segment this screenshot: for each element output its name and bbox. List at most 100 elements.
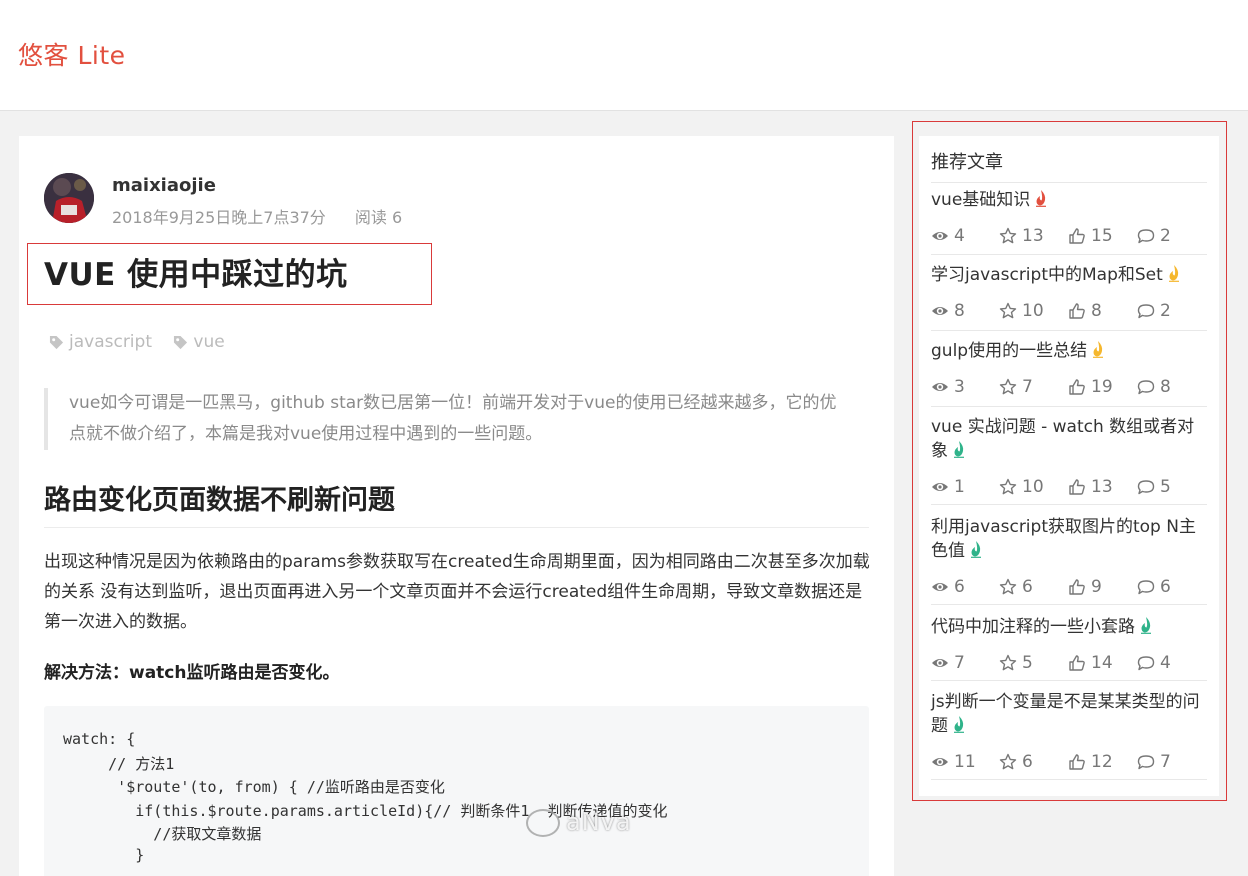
- like-count-group: 13: [1068, 477, 1113, 497]
- recommended-article-title: 代码中加注释的一些小套路: [931, 617, 1135, 637]
- view-icon: [932, 758, 948, 766]
- comment-icon: [1137, 656, 1155, 671]
- tag-vue[interactable]: vue: [173, 332, 225, 352]
- comment-count-group: 6: [1137, 577, 1171, 597]
- comment-icon: [1137, 304, 1155, 319]
- recommended-article-link[interactable]: vue 实战问题 - watch 数组或者对象: [931, 415, 1207, 463]
- view-count-group: 6: [931, 577, 965, 597]
- comment-count-group: 8: [1137, 377, 1171, 397]
- tag-list: javascript vue: [49, 332, 241, 355]
- view-count-group: 4: [931, 226, 965, 246]
- comment-count: 8: [1160, 377, 1171, 397]
- article-card: maixiaojie 2018年9月25日晚上7点37分 阅读 6 VUE 使用…: [19, 136, 894, 876]
- star-count: 6: [1022, 577, 1033, 597]
- view-count-group: 1: [931, 477, 965, 497]
- view-icon: [932, 383, 948, 391]
- recommended-article-item[interactable]: gulp使用的一些总结 3 7 19 8: [931, 339, 1207, 407]
- comment-icon: [1137, 229, 1155, 244]
- comment-count: 4: [1160, 653, 1171, 673]
- view-count: 6: [954, 577, 965, 597]
- view-count-group: 3: [931, 377, 965, 397]
- tag-label: vue: [193, 332, 225, 352]
- star-count-group: 5: [999, 653, 1033, 673]
- star-count-group: 7: [999, 377, 1033, 397]
- view-count: 3: [954, 377, 965, 397]
- watermark-text: aNva: [566, 808, 632, 836]
- recommended-article-link[interactable]: js判断一个变量是不是某某类型的问题: [931, 690, 1207, 738]
- comment-count: 2: [1160, 226, 1171, 246]
- code-line: '$route'(to, from) { //监听路由是否变化: [63, 778, 445, 796]
- like-count: 14: [1091, 653, 1113, 673]
- comment-count-group: 7: [1137, 752, 1171, 772]
- recommended-article-item[interactable]: vue 实战问题 - watch 数组或者对象 1 10 13 5: [931, 415, 1207, 505]
- recommended-article-link[interactable]: 代码中加注释的一些小套路: [931, 615, 1207, 639]
- weibo-logo-icon: [526, 809, 560, 837]
- star-count: 7: [1022, 377, 1033, 397]
- like-count-group: 19: [1068, 377, 1113, 397]
- star-count: 13: [1022, 226, 1044, 246]
- star-count: 6: [1022, 752, 1033, 772]
- sidebar-title: 推荐文章: [931, 148, 1207, 183]
- like-count: 8: [1091, 301, 1102, 321]
- comment-icon: [1137, 755, 1155, 770]
- view-icon: [932, 483, 948, 491]
- recommended-article-item[interactable]: 代码中加注释的一些小套路 7 5 14 4: [931, 615, 1207, 681]
- recommended-article-item[interactable]: 利用javascript获取图片的top N主色值 6 6 9 6: [931, 515, 1207, 605]
- weibo-watermark: aNva: [526, 808, 632, 837]
- comment-count-group: 2: [1137, 301, 1171, 321]
- code-block: watch: { // 方法1 '$route'(to, from) { //监…: [44, 706, 869, 876]
- star-count-group: 6: [999, 577, 1033, 597]
- view-count-group: 7: [931, 653, 965, 673]
- like-icon: [1069, 479, 1085, 495]
- recommended-article-item[interactable]: 学习javascript中的Map和Set 8 10 8 2: [931, 263, 1207, 331]
- code-line: watch: {: [63, 730, 136, 748]
- code-line: // 方法1: [63, 755, 175, 773]
- section-heading: 路由变化页面数据不刷新问题: [44, 478, 869, 528]
- comment-count-group: 4: [1137, 653, 1171, 673]
- star-count-group: 10: [999, 477, 1044, 497]
- like-icon: [1069, 655, 1085, 671]
- author-avatar[interactable]: [44, 173, 94, 223]
- recommended-sidebar: 推荐文章 vue基础知识 4 13 1 5 2 学习javascript中的Map和Set 8…: [919, 136, 1219, 796]
- recommended-article-link[interactable]: 利用javascript获取图片的top N主色值: [931, 515, 1207, 563]
- author-name[interactable]: maixiaojie: [112, 175, 216, 196]
- like-count: 13: [1091, 477, 1113, 497]
- recommended-article-item[interactable]: vue基础知识 4 13 15 2: [931, 188, 1207, 255]
- star-count: 5: [1022, 653, 1033, 673]
- view-count-group: 11: [931, 752, 976, 772]
- like-icon: [1069, 754, 1085, 770]
- recommended-article-title: vue 实战问题 - watch 数组或者对象: [931, 417, 1195, 461]
- view-icon: [932, 583, 948, 591]
- view-count: 11: [954, 752, 976, 772]
- tag-javascript[interactable]: javascript: [49, 332, 152, 352]
- flame-icon: [1141, 617, 1151, 634]
- like-count-group: 8: [1068, 301, 1102, 321]
- recommended-article-item[interactable]: js判断一个变量是不是某某类型的问题 11 6 12 7: [931, 690, 1207, 780]
- comment-count: 7: [1160, 752, 1171, 772]
- code-line: }: [63, 846, 145, 864]
- comment-icon: [1137, 480, 1155, 495]
- view-icon: [932, 659, 948, 667]
- like-count: 12: [1091, 752, 1113, 772]
- like-count: 9: [1091, 577, 1102, 597]
- like-count: 19: [1091, 377, 1113, 397]
- recommended-article-link[interactable]: vue基础知识: [931, 188, 1207, 212]
- flame-icon: [1036, 190, 1047, 207]
- comment-count-group: 2: [1137, 226, 1171, 246]
- article-meta: 2018年9月25日晚上7点37分 阅读 6: [112, 204, 402, 228]
- view-count: 7: [954, 653, 965, 673]
- publish-date: 2018年9月25日晚上7点37分: [112, 208, 326, 227]
- recommended-article-title: js判断一个变量是不是某某类型的问题: [931, 692, 1200, 736]
- view-count: 8: [954, 301, 965, 321]
- star-icon: [999, 478, 1017, 495]
- brand-logo-link[interactable]: 悠客 Lite: [18, 36, 126, 72]
- flame-icon: [954, 441, 964, 458]
- star-count-group: 6: [999, 752, 1033, 772]
- recommended-article-link[interactable]: 学习javascript中的Map和Set: [931, 263, 1207, 287]
- recommended-article-link[interactable]: gulp使用的一些总结: [931, 339, 1207, 363]
- like-count-group: 14: [1068, 653, 1113, 673]
- view-icon: [932, 307, 948, 315]
- view-count: 1: [954, 477, 965, 497]
- like-icon: [1069, 303, 1085, 319]
- article-summary: vue如今可谓是一匹黑马，github star数已居第一位！前端开发对于vue…: [44, 388, 849, 450]
